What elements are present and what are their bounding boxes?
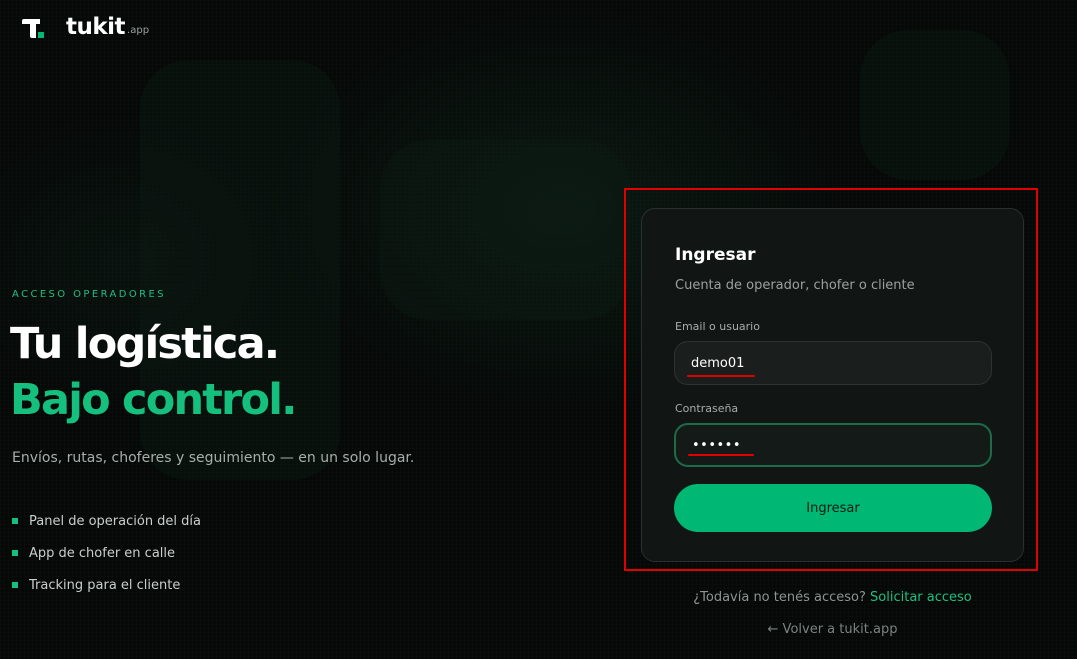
password-field[interactable] xyxy=(674,423,992,467)
background-shape xyxy=(860,30,1010,180)
password-label: Contraseña xyxy=(675,402,739,415)
login-page: tukit .app ACCESO OPERADORES Tu logístic… xyxy=(0,0,1077,659)
brand-name: tukit xyxy=(66,14,126,40)
feature-label: Tracking para el cliente xyxy=(29,577,181,593)
login-title: Ingresar xyxy=(675,245,756,265)
tukit-logo-icon xyxy=(22,16,46,40)
feature-item: Panel de operación del día xyxy=(12,505,201,537)
login-subtitle: Cuenta de operador, chofer o cliente xyxy=(675,278,915,293)
headline-line-2: Bajo control. xyxy=(10,375,297,425)
feature-item: Tracking para el cliente xyxy=(12,569,201,601)
bullet-icon xyxy=(12,518,18,524)
back-to-site-link[interactable]: ← Volver a tukit.app xyxy=(641,622,1024,637)
feature-label: App de chofer en calle xyxy=(29,545,176,561)
headline-line-1: Tu logística. xyxy=(10,319,280,369)
hero-headline: Tu logística. Bajo control. xyxy=(10,316,297,428)
request-access-link[interactable]: Solicitar acceso xyxy=(870,590,972,605)
background-shape xyxy=(380,140,630,320)
no-access-text: ¿Todavía no tenés acceso? xyxy=(693,590,866,605)
request-access-line: ¿Todavía no tenés acceso? Solicitar acce… xyxy=(641,590,1024,605)
feature-item: App de chofer en calle xyxy=(12,537,201,569)
bullet-icon xyxy=(12,582,18,588)
login-card: Ingresar Cuenta de operador, chofer o cl… xyxy=(641,208,1024,562)
hero-eyebrow: ACCESO OPERADORES xyxy=(12,289,166,300)
email-field[interactable] xyxy=(674,341,992,385)
feature-label: Panel de operación del día xyxy=(29,513,202,529)
hero-subtitle: Envíos, rutas, choferes y seguimiento — … xyxy=(12,450,415,466)
email-label: Email o usuario xyxy=(675,320,760,333)
bullet-icon xyxy=(12,550,18,556)
login-submit-button[interactable]: Ingresar xyxy=(674,484,992,532)
feature-list: Panel de operación del día App de chofer… xyxy=(12,505,201,601)
brand-logo[interactable]: tukit .app xyxy=(22,14,149,40)
brand-suffix: .app xyxy=(127,25,150,36)
